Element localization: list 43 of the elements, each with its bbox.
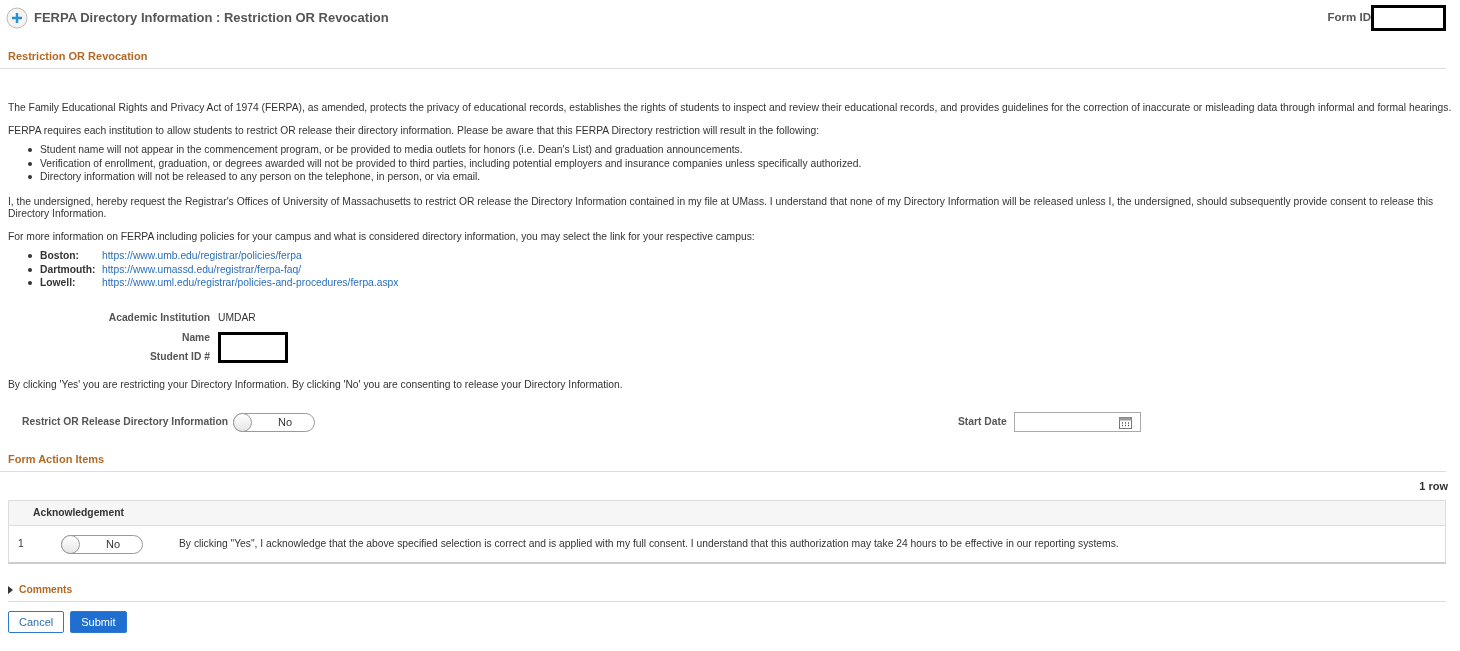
link[interactable]: https://www.umassd.edu/registrar/ferpa-faq/ [102, 263, 302, 276]
section-heading[interactable]: Comments [19, 584, 73, 597]
field-value: UMDAR [218, 311, 257, 324]
campus-label: Boston: [40, 250, 80, 262]
field-label: Academic Institution [108, 311, 210, 324]
paragraph: By clicking 'Yes' you are restricting your Directory Information. By clicking 'No' you are consenting to release your Directory Information. [7, 379, 624, 392]
bullet-icon [28, 267, 32, 272]
form-id-label: Form ID [1327, 11, 1371, 25]
campus-label: Lowell: [40, 277, 77, 289]
link[interactable]: https://www.umb.edu/registrar/policies/ferpa [102, 250, 302, 262]
bullet-icon [28, 148, 32, 153]
table-cell: By clicking "Yes", I acknowledge that the above specified selection is correct and is applied with my full consent. I understand that this authorization may take 24 hours to be effective in our reporting systems. [179, 538, 1119, 551]
add-icon[interactable] [6, 7, 28, 29]
section-heading: Form Action Items [0, 453, 1446, 472]
section-heading: Restriction OR Revocation [0, 50, 1446, 69]
toggle-switch[interactable]: No [61, 534, 143, 554]
row-count: 1 row [1419, 479, 1448, 492]
bullet-text: Directory information will not be released to any person on the telephone, in person, or via email. [40, 171, 481, 183]
toggle-switch[interactable]: No [233, 412, 315, 432]
paragraph: I, the undersigned, hereby request the Registrar's Offices of University of Massachusetts to restrict OR release the Directory Information contained in my file at UMass. I understand that none of my Directory Information will be released unless I, the undersigned, should subsequently provide consent to release this Directory Information. [7, 195, 1435, 220]
page-title: FERPA Directory Information : Restriction OR Revocation [34, 10, 389, 26]
field-label: Start Date [958, 416, 1007, 428]
bullet-icon [28, 281, 32, 286]
bullet-icon [28, 175, 32, 180]
row-number: 1 [18, 538, 24, 550]
expand-icon[interactable] [8, 586, 13, 595]
paragraph: For more information on FERPA including policies for your campus and what is considered directory information, you may select the link for your respective campus: [7, 231, 756, 244]
field-label: Name [181, 331, 210, 344]
cancel-button[interactable]: Cancel [8, 611, 65, 634]
bullet-icon [28, 161, 32, 166]
bullet-text: Verification of enrollment, graduation, or degrees awarded will not be provided to third parties, including potential employers and insurance companies unless specifically authorized. [40, 157, 862, 170]
calendar-icon[interactable] [1118, 415, 1132, 429]
field-label: Student ID # [149, 351, 210, 364]
date-field[interactable] [1013, 412, 1141, 433]
paragraph: The Family Educational Rights and Privacy Act of 1974 (FERPA), as amended, protects the privacy of educational records, establishes the rights of students to inspect and review their educational records, and provides guidelines for the correction of inaccurate or misleading data through informal and formal hearings. [7, 101, 1453, 114]
bullet-icon [28, 254, 32, 259]
column-header: Acknowledgement [33, 507, 124, 520]
field-label: Restrict OR Release Directory Information [21, 416, 228, 428]
campus-label: Dartmouth: [40, 263, 97, 276]
bullet-text: Student name will not appear in the commencement program, or be provided to media outlets for honors (i.e. Dean's List) and graduation announcements. [40, 144, 743, 156]
paragraph: FERPA requires each institution to allow students to restrict OR release their directory information. Please be aware that this FERPA Directory restriction will result in the following: [7, 125, 821, 138]
submit-button[interactable]: Submit [70, 611, 127, 634]
link[interactable]: https://www.uml.edu/registrar/policies-and-procedures/ferpa.aspx [102, 277, 399, 289]
